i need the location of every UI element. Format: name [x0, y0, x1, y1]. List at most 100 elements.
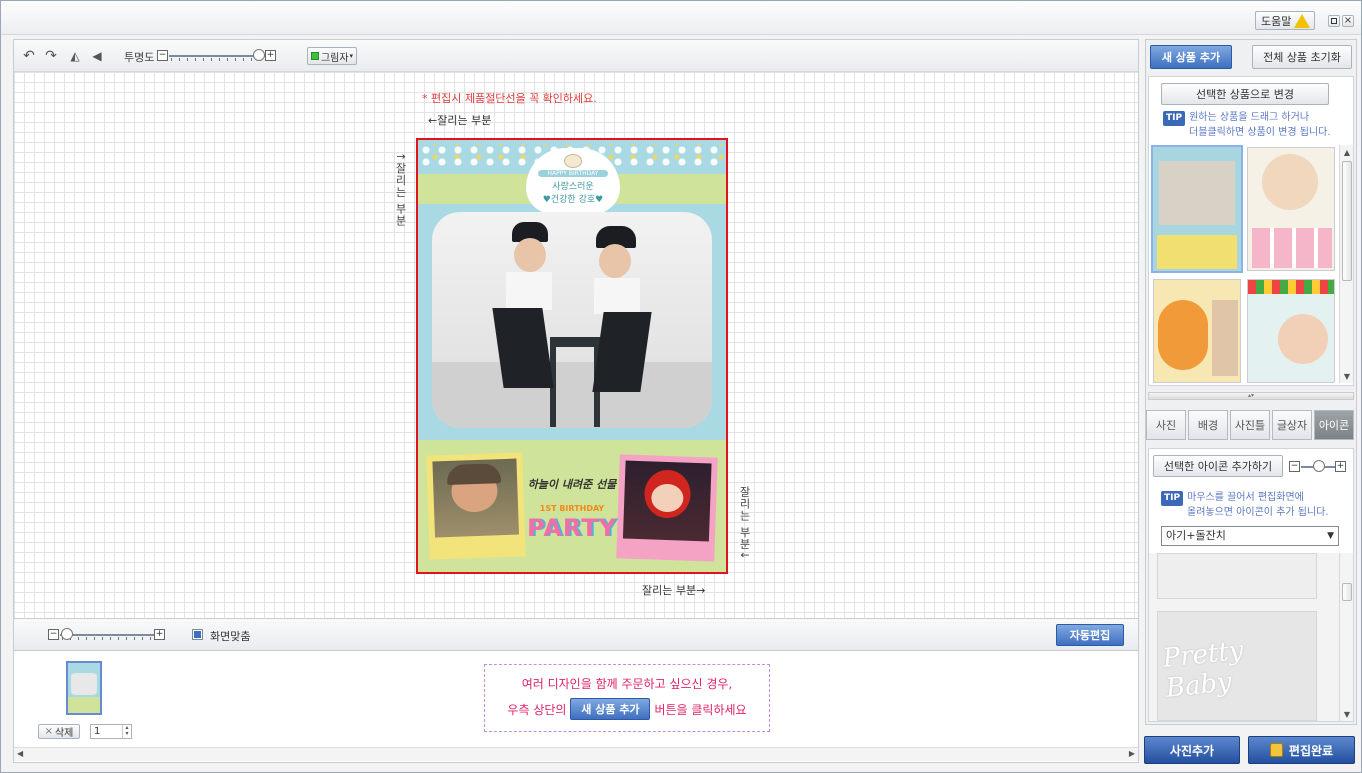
save-icon [1269, 743, 1283, 757]
party-text: PARTY [526, 514, 618, 542]
small-photo-right[interactable] [616, 454, 718, 562]
design-banner-small: HAPPY BIRTHDAY [538, 170, 608, 177]
opacity-increase-icon[interactable]: + [265, 50, 276, 61]
icon-item-1[interactable] [1157, 553, 1317, 599]
product-scroll-thumb[interactable] [1342, 161, 1352, 281]
icon-size-slider-handle[interactable] [1313, 460, 1325, 472]
tip2-line1: 마우스를 끌어서 편집화면에 [1187, 492, 1304, 503]
maximize-button[interactable] [1328, 15, 1340, 27]
zoom-slider-handle[interactable] [61, 628, 73, 640]
product-thumb-4[interactable] [1247, 279, 1335, 383]
horizontal-scrollbar[interactable]: ◀ ▶ [14, 747, 1138, 761]
redo-icon[interactable]: ↷ [42, 47, 60, 65]
page-thumbnail[interactable] [66, 661, 102, 715]
stepper-icon[interactable]: ▴ ▾ [122, 725, 131, 738]
zoom-in-icon[interactable]: + [154, 629, 165, 640]
zoom-slider[interactable]: − + [48, 628, 166, 641]
main-photo-child-left [484, 222, 564, 417]
tab-photo[interactable]: 사진 [1146, 410, 1186, 440]
icon-section: 선택한 아이콘 추가하기 − + TIP 마우스를 끌어서 편집화면에 올려놓으면… [1148, 448, 1354, 722]
delete-icon: × [44, 726, 53, 737]
design-banner-line1: 사랑스러운 [552, 182, 594, 192]
design-page[interactable]: HAPPY BIRTHDAY 사랑스러운 ♥건강한 강호♥ 하늘이 내려준 선물… [416, 138, 728, 574]
tip-badge-2: TIP [1161, 491, 1184, 506]
flip-vertical-icon[interactable]: ◀ [88, 47, 106, 65]
page-strip: × 삭제 1 ▴ ▾ 여러 디자인을 함께 주문하고 싶으신 경우, 우측 상단의… [13, 651, 1139, 763]
scroll-down-icon[interactable]: ▼ [1340, 369, 1354, 383]
panel-splitter[interactable]: ▴▾ [1148, 392, 1354, 400]
fit-screen-checkbox[interactable] [192, 629, 203, 640]
small-photo-left[interactable] [426, 452, 526, 560]
zoom-out-icon[interactable]: − [48, 629, 59, 640]
edit-canvas[interactable]: * 편집시 제품절단선을 꼭 확인하세요. ←잘리는 부분 ↑잘리는 부분 잘리… [14, 72, 1138, 618]
product-tip: TIP 원하는 상품을 드래그 하거나 더블클릭하면 상품이 변경 됩니다. [1163, 111, 1353, 139]
main-photo-child-right [582, 226, 662, 421]
icon-size-increase-icon[interactable]: + [1335, 461, 1346, 472]
icon-item-2[interactable]: Pretty Baby [1157, 611, 1317, 721]
warning-icon [1294, 13, 1311, 28]
fit-screen-label: 화면맞춤 [210, 630, 251, 643]
opacity-slider[interactable]: − + [157, 49, 277, 62]
notice-line1: 여러 디자인을 함께 주문하고 싶으신 경우, [521, 677, 733, 691]
tip-badge: TIP [1163, 111, 1186, 126]
new-product-button[interactable]: 새 상품 추가 [1150, 45, 1232, 69]
editor-toolbar: ↶ ↷ ◭ ◀ 투명도 − + 그림자 ▾ [14, 40, 1138, 72]
add-photo-button[interactable]: 사진추가 [1144, 736, 1240, 764]
icon-preview-text: Pretty Baby [1161, 635, 1245, 704]
main-photo-frame[interactable] [432, 212, 712, 428]
notice-line2-prefix: 우측 상단의 [507, 702, 567, 717]
cut-label-top: ←잘리는 부분 [428, 114, 492, 127]
icon-category-value: 아기+돌잔치 [1166, 529, 1226, 542]
edit-complete-button[interactable]: 편집완료 [1248, 736, 1355, 764]
gift-text: 하늘이 내려준 선물 [527, 478, 617, 491]
maximize-icon [1331, 18, 1337, 24]
opacity-label: 투명도 [124, 51, 155, 64]
add-icon-button[interactable]: 선택한 아이콘 추가하기 [1153, 455, 1283, 477]
flip-horizontal-icon[interactable]: ◭ [66, 47, 84, 65]
icon-gallery: Pretty Baby ▼ [1149, 553, 1353, 721]
scroll-left-icon[interactable]: ◀ [17, 749, 23, 758]
tab-photo-frame[interactable]: 사진틀 [1230, 410, 1270, 440]
delete-page-button[interactable]: × 삭제 [38, 724, 80, 739]
icon-scrollbar[interactable]: ▼ [1339, 553, 1353, 721]
icon-category-select[interactable]: 아기+돌잔치 ▼ [1161, 526, 1339, 546]
shadow-swatch-icon [310, 52, 319, 60]
opacity-decrease-icon[interactable]: − [157, 50, 168, 61]
tip1-line2: 더블클릭하면 상품이 변경 됩니다. [1189, 127, 1331, 138]
help-label: 도움말 [1261, 14, 1292, 28]
tab-icon[interactable]: 아이콘 [1314, 410, 1354, 440]
reset-all-button[interactable]: 전체 상품 초기화 [1252, 45, 1352, 69]
multi-design-notice: 여러 디자인을 함께 주문하고 싶으신 경우, 우측 상단의 새 상품 추가 버… [484, 664, 770, 732]
edit-complete-label: 편집완료 [1288, 743, 1334, 758]
editor-panel: ↶ ↷ ◭ ◀ 투명도 − + 그림자 ▾ * 편집시 제품절단선을 꼭 확인하… [13, 39, 1139, 619]
tab-text-box[interactable]: 글상자 [1272, 410, 1312, 440]
bottom-toolbar: − + 화면맞춤 자동편집 [13, 619, 1139, 651]
close-button[interactable]: × [1342, 15, 1354, 27]
quantity-value: 1 [94, 726, 101, 737]
icon-size-slider[interactable]: − + [1289, 460, 1347, 473]
auto-edit-button[interactable]: 자동편집 [1056, 624, 1124, 646]
opacity-slider-handle[interactable] [253, 49, 265, 61]
tab-background[interactable]: 배경 [1188, 410, 1228, 440]
help-button[interactable]: 도움말 [1255, 11, 1315, 30]
product-scrollbar[interactable]: ▲ ▼ [1339, 145, 1353, 383]
change-selected-button[interactable]: 선택한 상품으로 변경 [1161, 83, 1329, 105]
chevron-down-icon: ▼ [1327, 531, 1334, 541]
shadow-dropdown[interactable]: 그림자 ▾ [307, 47, 357, 65]
product-thumb-3[interactable] [1153, 279, 1241, 383]
icon-size-decrease-icon[interactable]: − [1289, 461, 1300, 472]
scroll-up-icon[interactable]: ▲ [1340, 145, 1354, 159]
app-window: 도움말 × ↶ ↷ ◭ ◀ 투명도 − + 그림자 ▾ * 편집시 제품절단선을… [0, 0, 1362, 773]
cut-warning: * 편집시 제품절단선을 꼭 확인하세요. [422, 92, 597, 105]
title-bar: 도움말 × [1, 1, 1361, 35]
quantity-stepper[interactable]: 1 ▴ ▾ [90, 724, 132, 739]
icon-scroll-thumb[interactable] [1342, 583, 1352, 601]
cut-label-left: ↑잘리는 부분 [394, 152, 407, 227]
icon-scroll-down-icon[interactable]: ▼ [1340, 707, 1354, 721]
scroll-right-icon[interactable]: ▶ [1129, 749, 1135, 758]
notice-new-product-button[interactable]: 새 상품 추가 [570, 698, 651, 720]
product-thumb-1[interactable] [1151, 145, 1243, 273]
close-icon: × [1343, 15, 1353, 26]
undo-icon[interactable]: ↶ [20, 47, 38, 65]
product-thumb-2[interactable] [1247, 147, 1335, 271]
